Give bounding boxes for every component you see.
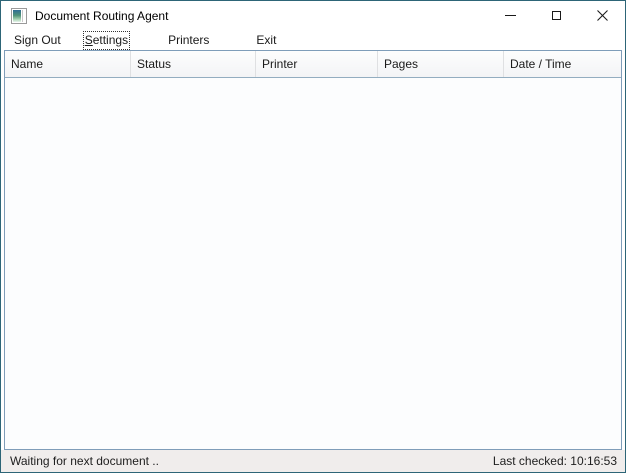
column-header-pages[interactable]: Pages <box>378 51 504 77</box>
close-icon <box>596 10 608 21</box>
app-window: Document Routing Agent Sign Out Settings… <box>0 0 626 473</box>
status-bar: Waiting for next document .. Last checke… <box>1 450 625 472</box>
last-checked-label: Last checked: 10:16:53 <box>492 454 617 468</box>
list-header-row: Name Status Printer Pages Date / Time <box>5 51 621 78</box>
column-header-name[interactable]: Name <box>5 51 131 77</box>
menu-item-exit[interactable]: Exit <box>256 33 276 48</box>
column-header-date-time[interactable]: Date / Time <box>504 51 621 77</box>
menu-item-printers[interactable]: Printers <box>168 33 209 48</box>
minimize-icon <box>504 15 516 16</box>
app-icon-art <box>13 9 21 22</box>
window-controls <box>487 1 625 30</box>
list-body-empty <box>5 78 621 449</box>
column-header-printer[interactable]: Printer <box>256 51 378 77</box>
document-list: Name Status Printer Pages Date / Time <box>4 50 622 450</box>
maximize-button[interactable] <box>533 1 579 30</box>
menu-item-sign-out[interactable]: Sign Out <box>14 33 61 48</box>
close-button[interactable] <box>579 1 625 30</box>
window-title: Document Routing Agent <box>35 8 169 23</box>
status-message: Waiting for next document .. <box>10 454 159 468</box>
menu-item-settings[interactable]: Settings <box>82 30 131 50</box>
maximize-icon <box>551 11 561 20</box>
app-icon-divider <box>22 9 23 22</box>
app-icon <box>11 7 27 24</box>
minimize-button[interactable] <box>487 1 533 30</box>
title-bar[interactable]: Document Routing Agent <box>1 1 625 30</box>
menu-bar: Sign Out Settings Printers Exit <box>1 30 625 50</box>
column-header-status[interactable]: Status <box>131 51 256 77</box>
